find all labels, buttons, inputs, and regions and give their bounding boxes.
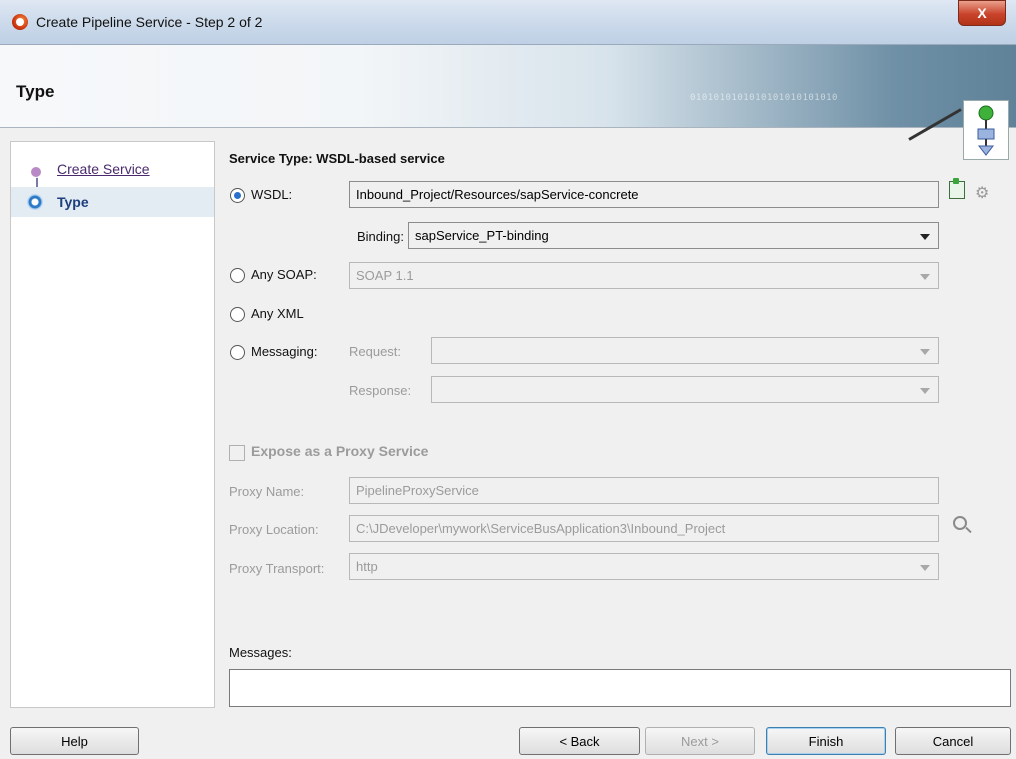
- soap-version-value: SOAP 1.1: [356, 268, 414, 283]
- title-bar: Create Pipeline Service - Step 2 of 2 X: [0, 0, 1016, 45]
- any-xml-label: Any XML: [251, 306, 304, 321]
- proxy-transport-value: http: [356, 559, 378, 574]
- gear-icon[interactable]: ⚙: [975, 183, 989, 203]
- wizard-header: Type 0101010101010101010101010: [0, 45, 1016, 160]
- nav-item-type[interactable]: Type: [11, 187, 214, 217]
- expose-proxy-label: Expose as a Proxy Service: [251, 443, 429, 459]
- binding-select[interactable]: sapService_PT-binding: [408, 222, 939, 249]
- step-dot-icon: [30, 166, 42, 178]
- nav-item-create-service[interactable]: Create Service: [11, 154, 214, 184]
- request-select[interactable]: [431, 337, 939, 364]
- next-button[interactable]: Next >: [645, 727, 755, 755]
- dialog-window: Create Pipeline Service - Step 2 of 2 X …: [0, 0, 1016, 759]
- wand-decoration: [908, 108, 962, 141]
- binding-label: Binding:: [357, 229, 404, 244]
- search-icon[interactable]: [953, 516, 967, 530]
- messaging-label: Messaging:: [251, 344, 318, 359]
- any-soap-label: Any SOAP:: [251, 267, 317, 282]
- browse-wsdl-icon[interactable]: [949, 178, 965, 199]
- close-button[interactable]: X: [958, 0, 1006, 26]
- wsdl-field[interactable]: Inbound_Project/Resources/sapService-con…: [349, 181, 939, 208]
- chevron-down-icon: [920, 565, 930, 571]
- wizard-steps-panel: Create Service Type: [10, 141, 215, 708]
- binary-decoration: 0101010101010101010101010: [690, 93, 838, 103]
- proxy-location-label: Proxy Location:: [229, 522, 319, 537]
- messages-area[interactable]: [229, 669, 1011, 707]
- expose-proxy-checkbox[interactable]: [229, 445, 245, 461]
- chevron-down-icon: [920, 234, 930, 240]
- current-step-icon: [27, 194, 43, 210]
- finish-button[interactable]: Finish: [766, 727, 886, 755]
- proxy-location-field[interactable]: C:\JDeveloper\mywork\ServiceBusApplicati…: [349, 515, 939, 542]
- proxy-transport-select[interactable]: http: [349, 553, 939, 580]
- pipeline-header-icon: [963, 100, 1009, 160]
- nav-link-create-service[interactable]: Create Service: [57, 161, 150, 177]
- soap-version-select[interactable]: SOAP 1.1: [349, 262, 939, 289]
- page-title: Type: [16, 82, 55, 101]
- nav-label-type: Type: [57, 194, 89, 210]
- back-button[interactable]: < Back: [519, 727, 640, 755]
- window-title: Create Pipeline Service - Step 2 of 2: [36, 14, 263, 30]
- response-label: Response:: [349, 383, 412, 398]
- proxy-transport-label: Proxy Transport:: [229, 561, 325, 576]
- proxy-name-field[interactable]: PipelineProxyService: [349, 477, 939, 504]
- response-select[interactable]: [431, 376, 939, 403]
- proxy-name-label: Proxy Name:: [229, 484, 305, 499]
- messages-label: Messages:: [229, 645, 292, 660]
- any-xml-radio[interactable]: [230, 307, 245, 322]
- chevron-down-icon: [920, 388, 930, 394]
- cancel-button[interactable]: Cancel: [895, 727, 1011, 755]
- chevron-down-icon: [920, 349, 930, 355]
- section-title: Service Type: WSDL-based service: [229, 151, 445, 166]
- oracle-app-icon: [12, 14, 28, 30]
- any-soap-radio[interactable]: [230, 268, 245, 283]
- request-label: Request:: [349, 344, 402, 359]
- binding-value: sapService_PT-binding: [415, 228, 549, 243]
- wsdl-label: WSDL:: [251, 187, 293, 202]
- chevron-down-icon: [920, 274, 930, 280]
- help-button[interactable]: Help: [10, 727, 139, 755]
- wsdl-radio[interactable]: [230, 188, 245, 203]
- messaging-radio[interactable]: [230, 345, 245, 360]
